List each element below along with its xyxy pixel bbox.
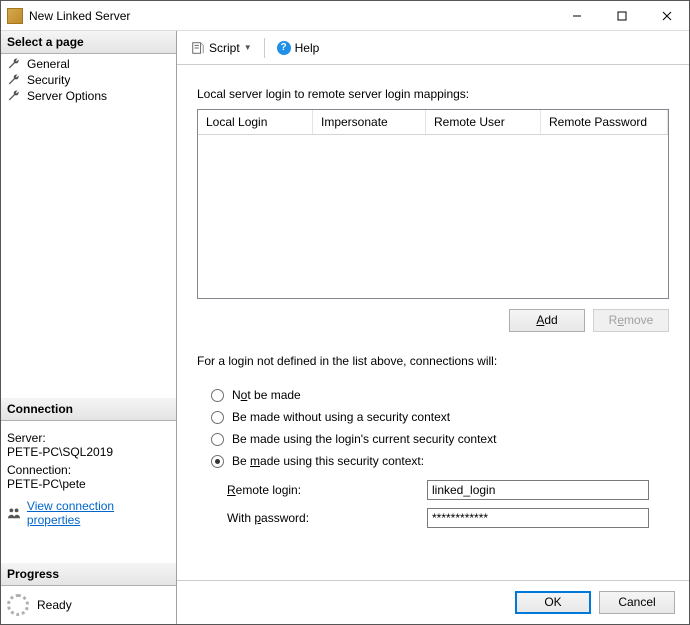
radio-label: Be made using this security context: — [232, 454, 424, 468]
connection-label: Connection: — [7, 463, 170, 477]
connection-header: Connection — [1, 398, 176, 421]
login-mappings-grid[interactable]: Local Login Impersonate Remote User Remo… — [197, 109, 669, 299]
radio-current-security-context[interactable]: Be made using the login's current securi… — [211, 432, 669, 446]
col-local-login[interactable]: Local Login — [198, 110, 313, 134]
remote-login-input[interactable] — [427, 480, 649, 500]
page-item-label: General — [27, 57, 70, 71]
wrench-icon — [7, 73, 21, 87]
view-connection-properties-link[interactable]: View connection properties — [27, 499, 170, 527]
minimize-button[interactable] — [554, 1, 599, 30]
page-item-label: Server Options — [27, 89, 107, 103]
radio-without-security-context[interactable]: Be made without using a security context — [211, 410, 669, 424]
progress-spinner-icon — [7, 594, 29, 616]
connection-default-label: For a login not defined in the list abov… — [197, 354, 669, 368]
people-icon — [7, 506, 21, 520]
window-title: New Linked Server — [29, 9, 554, 23]
cancel-button[interactable]: Cancel — [599, 591, 675, 614]
btn-text: Remove — [609, 313, 654, 327]
wrench-icon — [7, 89, 21, 103]
col-remote-password[interactable]: Remote Password — [541, 110, 668, 134]
help-button[interactable]: ? Help — [271, 38, 326, 58]
server-label: Server: — [7, 431, 170, 445]
progress-status: Ready — [37, 598, 72, 612]
remove-button: Remove — [593, 309, 669, 332]
sidebar: Select a page General Security Server Op… — [1, 31, 177, 624]
radio-icon — [211, 455, 224, 468]
radio-this-security-context[interactable]: Be made using this security context: — [211, 454, 669, 468]
page-item-label: Security — [27, 73, 70, 87]
radio-label: Be made without using a security context — [232, 410, 450, 424]
radio-label: Not be made — [232, 388, 301, 402]
grid-header: Local Login Impersonate Remote User Remo… — [198, 110, 668, 135]
radio-icon — [211, 433, 224, 446]
ok-button[interactable]: OK — [515, 591, 591, 614]
dialog-new-linked-server: New Linked Server Select a page General … — [0, 0, 690, 625]
progress-header: Progress — [1, 563, 176, 586]
script-button[interactable]: Script ▼ — [185, 38, 258, 58]
remote-login-label: Remote login: — [227, 483, 427, 497]
help-label: Help — [295, 41, 320, 55]
chevron-down-icon: ▼ — [244, 43, 252, 52]
server-value: PETE-PC\SQL2019 — [7, 445, 170, 459]
script-label: Script — [209, 41, 240, 55]
radio-not-be-made[interactable]: Not be made — [211, 388, 669, 402]
page-item-security[interactable]: Security — [1, 72, 176, 88]
maximize-button[interactable] — [599, 1, 644, 30]
select-page-header: Select a page — [1, 31, 176, 54]
radio-icon — [211, 411, 224, 424]
page-item-general[interactable]: General — [1, 56, 176, 72]
add-button[interactable]: Add — [509, 309, 585, 332]
titlebar[interactable]: New Linked Server — [1, 1, 689, 31]
with-password-input[interactable] — [427, 508, 649, 528]
col-impersonate[interactable]: Impersonate — [313, 110, 426, 134]
radio-icon — [211, 389, 224, 402]
close-button[interactable] — [644, 1, 689, 30]
app-icon — [7, 8, 23, 24]
toolbar: Script ▼ ? Help — [177, 31, 689, 65]
security-radio-group: Not be made Be made without using a secu… — [197, 380, 669, 476]
page-item-server-options[interactable]: Server Options — [1, 88, 176, 104]
radio-label: Be made using the login's current securi… — [232, 432, 496, 446]
main-panel: Script ▼ ? Help Local server login to re… — [177, 31, 689, 624]
help-icon: ? — [277, 41, 291, 55]
mappings-label: Local server login to remote server logi… — [197, 87, 669, 101]
col-remote-user[interactable]: Remote User — [426, 110, 541, 134]
script-icon — [191, 41, 205, 55]
dialog-footer: OK Cancel — [177, 580, 689, 624]
toolbar-separator — [264, 38, 265, 58]
with-password-label: With password: — [227, 511, 427, 525]
wrench-icon — [7, 57, 21, 71]
btn-text: dd — [544, 313, 557, 327]
connection-value: PETE-PC\pete — [7, 477, 170, 491]
